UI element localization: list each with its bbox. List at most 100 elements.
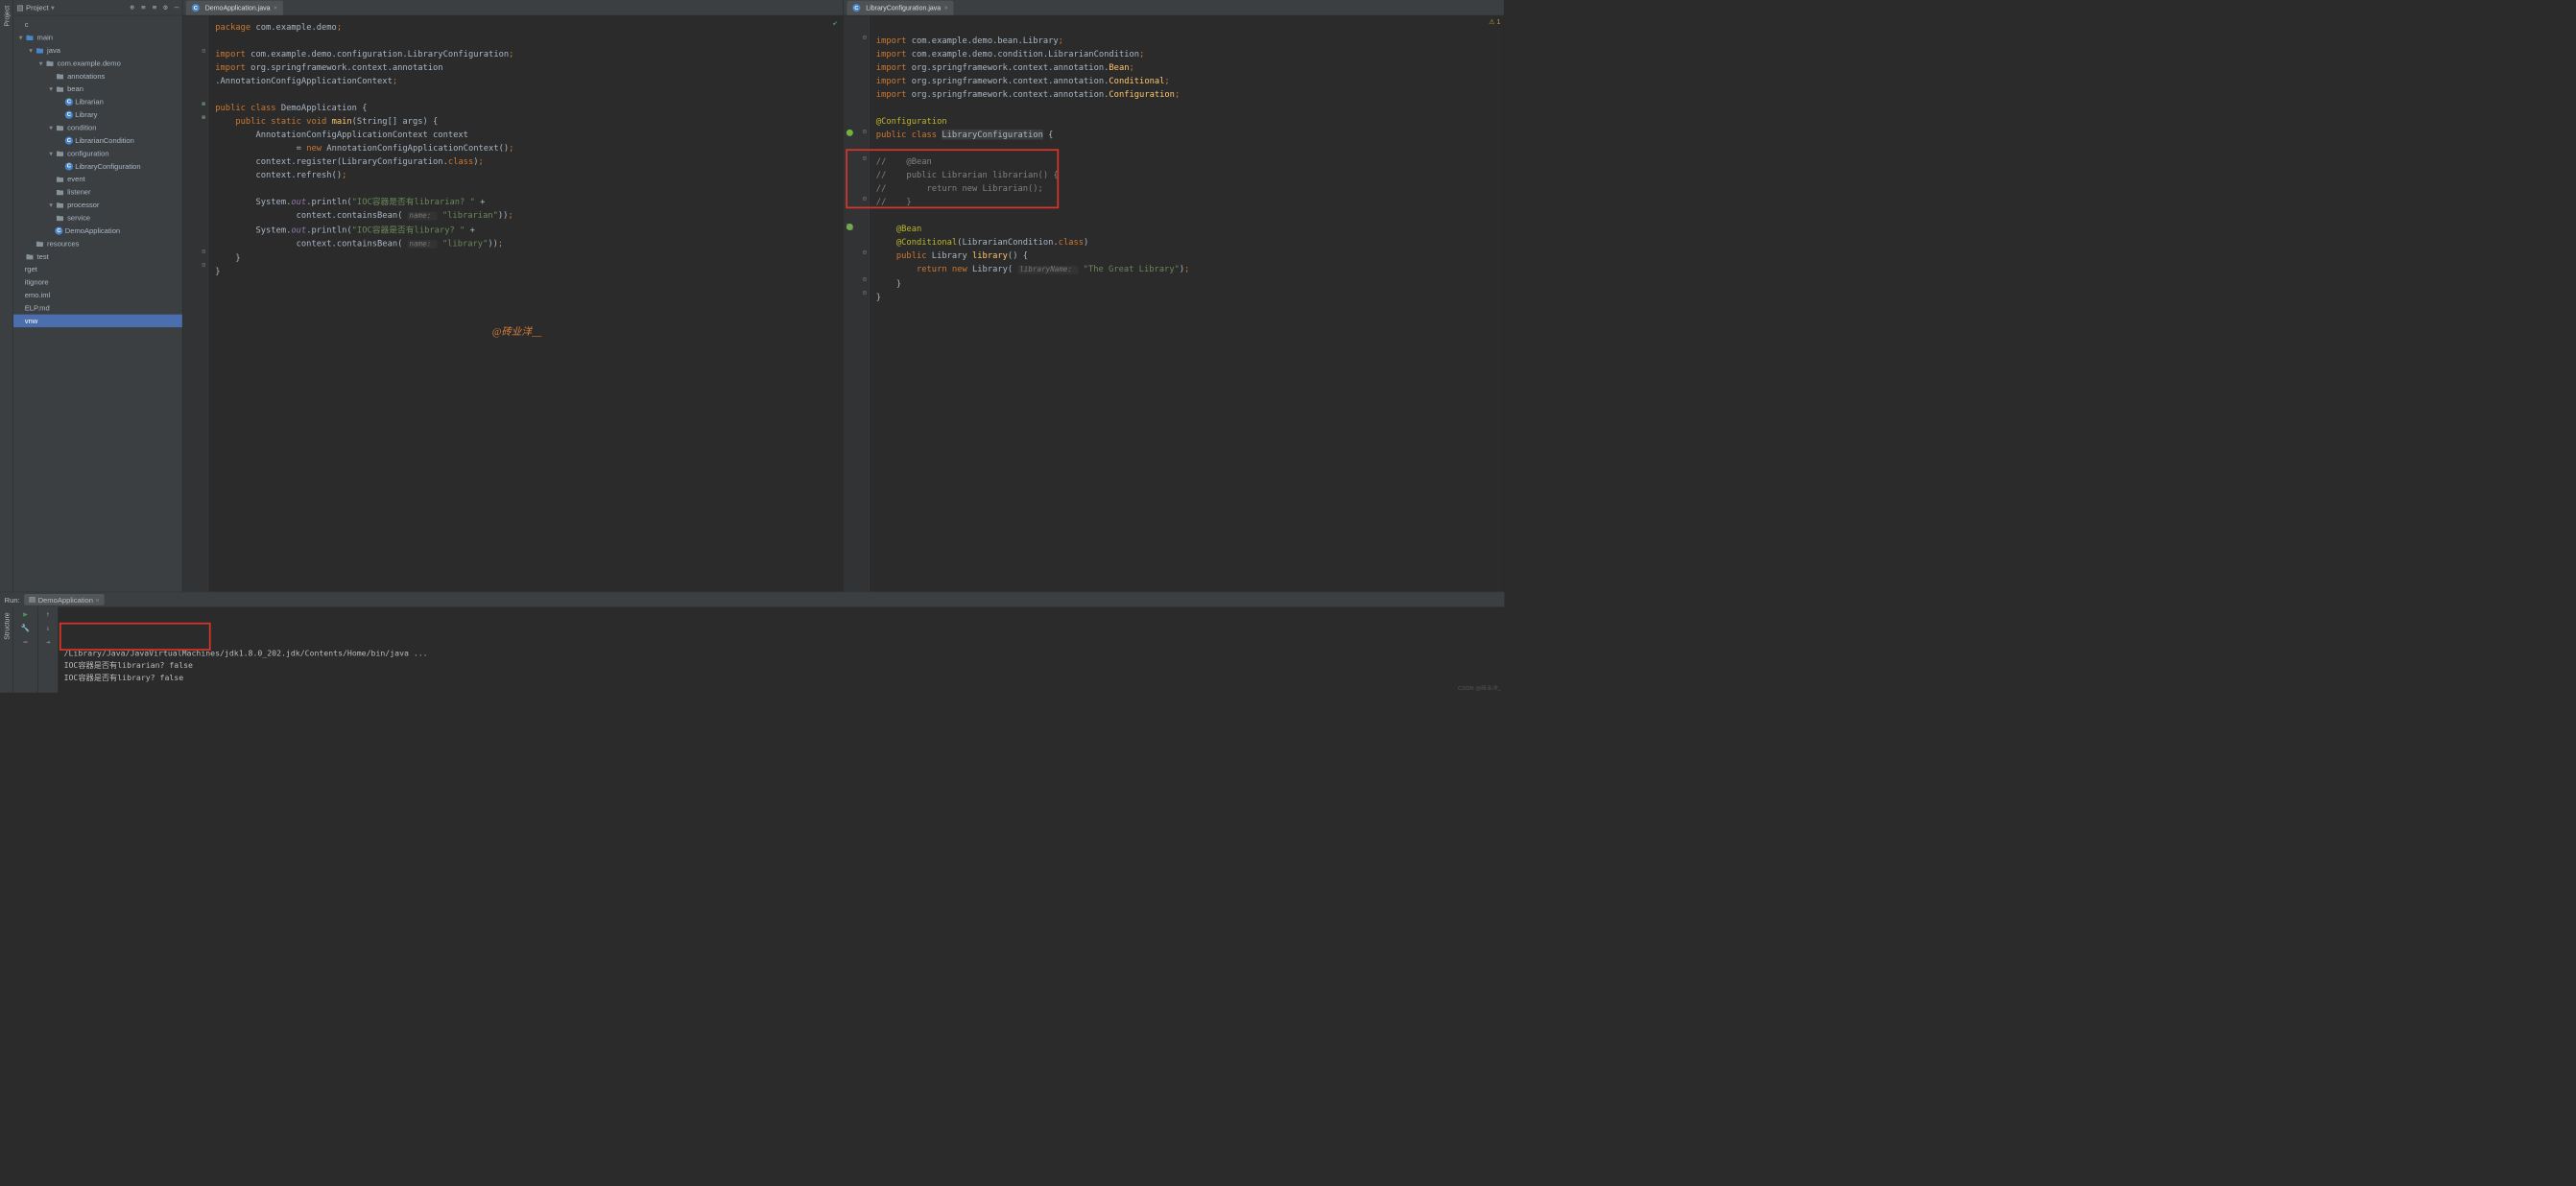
console-output[interactable]: /Library/Java/JavaVirtualMachines/jdk1.8… [59, 606, 1505, 692]
tree-item-label: vnw [25, 317, 38, 325]
collapse-icon[interactable]: ≡ [153, 4, 157, 12]
console-line: /Library/Java/JavaVirtualMachines/jdk1.8… [64, 648, 1499, 660]
spring-bean-icon[interactable] [846, 129, 853, 136]
watermark: @砖业洋__ [492, 324, 542, 339]
tree-arrow-icon[interactable]: ▾ [47, 149, 55, 157]
tree-item[interactable]: service [13, 211, 182, 224]
fold-icon[interactable]: ⊟ [863, 34, 867, 41]
tree-item[interactable]: vnw [13, 315, 182, 327]
tree-item[interactable]: ▾bean [13, 83, 182, 95]
gear-icon[interactable]: ⚙ [163, 4, 168, 12]
class-icon: C [852, 4, 860, 12]
code-editor-left[interactable]: package com.example.demo; import com.exa… [208, 15, 843, 591]
tree-arrow-icon[interactable]: ▾ [47, 123, 55, 131]
tab-demo-application[interactable]: C DemoApplication.java × [186, 1, 283, 15]
project-panel: ▤ Project ▾ ⊕ ≡ ≡ ⚙ — c▾main▾java▾com.ex… [13, 0, 182, 592]
fold-icon[interactable]: ⊟ [863, 154, 867, 162]
fold-icon[interactable]: ⊟ [863, 275, 867, 283]
tree-item-label: main [37, 33, 53, 41]
tab-library-configuration[interactable]: C LibraryConfiguration.java × [847, 1, 953, 15]
code-editor-right[interactable]: import com.example.demo.bean.Library;imp… [870, 15, 1504, 591]
console-line: IOC容器是否有librarian? false [64, 659, 1499, 672]
folder-icon [55, 187, 65, 198]
tree-item-label: resources [47, 239, 79, 248]
tree-item[interactable]: event [13, 173, 182, 185]
tree-item-label: java [47, 46, 60, 55]
hide-icon[interactable]: — [175, 4, 179, 12]
tree-item[interactable]: ▾ java [13, 44, 182, 57]
spring-bean-icon[interactable] [846, 223, 853, 230]
fold-icon[interactable]: ⊟ [863, 195, 867, 202]
tree-arrow-icon[interactable]: ▾ [17, 33, 25, 41]
fold-icon[interactable]: ⊟ [202, 100, 205, 107]
tree-item[interactable]: ▾ condition [13, 121, 182, 133]
tree-item[interactable]: resources [13, 237, 182, 249]
close-icon[interactable]: × [944, 4, 948, 12]
rerun-icon[interactable]: ▶ [23, 610, 28, 619]
tree-item[interactable]: emo.iml [13, 289, 182, 301]
tree-item-label: service [67, 214, 90, 223]
locate-icon[interactable]: ⊕ [130, 4, 134, 12]
tree-item-label: test [37, 252, 49, 261]
tree-item-label: ELP.md [25, 304, 50, 313]
tree-item[interactable]: ▾configuration [13, 147, 182, 159]
tree-arrow-icon[interactable]: ▾ [47, 201, 55, 209]
tree-item[interactable]: CDemoApplication [13, 225, 182, 237]
tree-item-label: condition [67, 123, 96, 131]
tree-item-label: annotations [67, 72, 105, 81]
project-tree[interactable]: c▾main▾java▾com.example.demoannotations▾… [13, 15, 182, 329]
editor-gutter-left[interactable]: ▶ ▶ ⊟ ⊟ ⊟ ⊟ ⊟ [182, 15, 208, 591]
dots-icon[interactable]: ⋯ [23, 638, 28, 647]
editor-gutter-right[interactable]: ⊟ ⊟ ⊟ ⊟ ⊟ ⊟ ⊟ [844, 15, 870, 591]
tree-item-label: event [67, 175, 85, 183]
csdn-credit: CSDN @砖业洋_ [1458, 683, 1501, 692]
structure-tool-label[interactable]: Structure [3, 612, 11, 639]
folder-icon [55, 213, 65, 224]
tree-item[interactable]: CLibrarianCondition [13, 134, 182, 147]
tree-item[interactable]: CLibraryConfiguration [13, 159, 182, 172]
folder-icon [45, 58, 56, 68]
tree-item[interactable]: ▾ main [13, 31, 182, 43]
fold-icon[interactable]: ⊟ [202, 261, 205, 269]
tree-item[interactable]: c [13, 18, 182, 31]
soft-wrap-icon[interactable]: ⇥ [46, 638, 51, 647]
tree-item-label: Library [75, 110, 97, 119]
fold-icon[interactable]: ⊟ [863, 289, 867, 296]
fold-icon[interactable]: ⊟ [202, 47, 205, 55]
warning-indicator[interactable]: ⚠ 1 [1489, 18, 1500, 26]
folder-icon [55, 123, 65, 133]
tree-arrow-icon[interactable]: ▾ [37, 59, 45, 67]
tree-item[interactable]: rget [13, 263, 182, 275]
wrench-icon[interactable]: 🔧 [21, 625, 30, 633]
folder-icon [55, 200, 65, 210]
tree-arrow-icon[interactable]: ▾ [27, 46, 35, 55]
tree-item[interactable]: itignore [13, 275, 182, 288]
up-icon[interactable]: ↑ [46, 610, 51, 619]
close-icon[interactable]: × [95, 596, 99, 605]
close-icon[interactable]: × [274, 4, 277, 12]
tree-item[interactable]: ▾com.example.demo [13, 57, 182, 69]
tree-item[interactable]: ELP.md [13, 301, 182, 314]
expand-icon[interactable]: ≡ [141, 4, 146, 12]
tab-label: LibraryConfiguration.java [866, 4, 941, 12]
tree-item-label: LibraryConfiguration [75, 162, 140, 171]
check-icon: ✔ [833, 19, 838, 28]
tree-item[interactable]: ▾processor [13, 199, 182, 211]
project-tool-label[interactable]: Project [3, 6, 11, 27]
fold-icon[interactable]: ⊟ [202, 113, 205, 121]
tree-arrow-icon[interactable]: ▾ [47, 84, 55, 93]
folder-icon [55, 148, 65, 158]
fold-icon[interactable]: ⊟ [863, 128, 867, 135]
fold-icon[interactable]: ⊟ [202, 248, 205, 255]
dropdown-arrow-icon[interactable]: ▾ [51, 3, 55, 12]
tree-item[interactable]: annotations [13, 69, 182, 82]
tree-item-label: listener [67, 188, 90, 197]
down-icon[interactable]: ↓ [46, 625, 51, 633]
fold-icon[interactable]: ⊟ [863, 249, 867, 256]
tree-item[interactable]: listener [13, 185, 182, 198]
tree-item[interactable]: CLibrary [13, 108, 182, 121]
tree-item[interactable]: CLibrarian [13, 95, 182, 107]
tree-item[interactable]: test [13, 249, 182, 262]
run-config-tab[interactable]: ▤ DemoApplication × [24, 594, 104, 605]
run-panel-header: Run: ▤ DemoApplication × [0, 592, 1504, 606]
